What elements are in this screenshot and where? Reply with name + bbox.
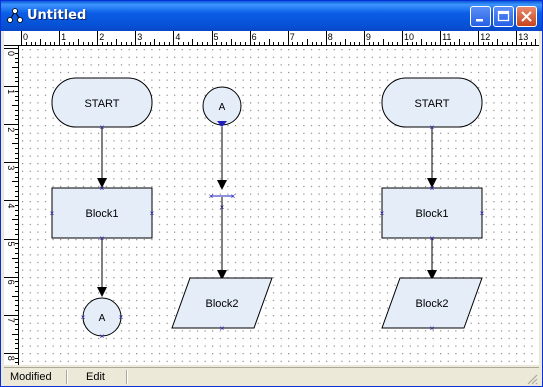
ruler-label: 2 [6, 127, 16, 132]
diagram-editor[interactable]: 0 1 2 3 4 5 6 7 8 9 10 11 12 13 012345678 START × Blo… [4, 31, 539, 365]
process-block-label: Block1 [85, 208, 118, 220]
process-block-label: Block1 [415, 208, 448, 220]
port-marker: × [100, 184, 105, 193]
close-button[interactable] [516, 6, 537, 27]
status-edit: Edit [86, 371, 105, 383]
port-marker: × [380, 209, 385, 218]
ruler-label: 0 [6, 51, 16, 56]
port-marker: × [50, 209, 55, 218]
port-marker: × [150, 209, 155, 218]
window-title: Untitled [27, 8, 87, 23]
process-block-1[interactable]: Block1 × × × × [50, 184, 155, 243]
status-divider [126, 370, 128, 384]
vertical-ruler: 0 1 2 3 4 5 6 7 8 [4, 46, 19, 365]
port-marker: × [100, 332, 105, 341]
title-bar[interactable]: Untitled [1, 1, 542, 31]
ruler-label: 2 [99, 32, 104, 42]
port-marker: × [220, 324, 225, 333]
ruler-label: 1 [61, 32, 66, 42]
ruler-label: 3 [6, 165, 16, 170]
ruler-label: 7 [6, 318, 16, 323]
minimize-button[interactable] [470, 6, 491, 27]
status-bar: Modified Edit [4, 367, 539, 386]
horizontal-ruler: 0 1 2 3 4 5 6 7 8 9 10 11 12 13 [4, 31, 539, 46]
start-terminator-label: START [414, 98, 449, 110]
port-marker: × [231, 192, 236, 201]
status-modified: Modified [10, 371, 52, 383]
resize-grip-icon[interactable] [526, 373, 538, 385]
connector-label: A [99, 313, 106, 324]
ruler-label: 3 [137, 32, 142, 42]
ruler-label: 5 [6, 242, 16, 247]
start-terminator-1[interactable]: START × [51, 77, 153, 132]
ruler-label: 6 [252, 32, 257, 42]
port-marker: × [119, 313, 124, 322]
port-marker: × [480, 209, 485, 218]
close-icon [521, 11, 532, 22]
ruler-label: 8 [6, 356, 16, 361]
ruler-label: 12 [480, 32, 490, 42]
port-marker: × [430, 324, 435, 333]
process-block-2[interactable]: Block1 × × × × [380, 184, 485, 243]
data-block-label: Block2 [205, 298, 238, 310]
ruler-label: 4 [175, 32, 180, 42]
ruler-label: 8 [328, 32, 333, 42]
ruler-label: 7 [290, 32, 295, 42]
port-marker: × [430, 184, 435, 193]
start-terminator-label: START [84, 98, 119, 110]
ruler-label: 13 [518, 32, 528, 42]
start-terminator-2[interactable]: START × [381, 77, 483, 132]
ruler-label: 6 [6, 280, 16, 285]
ruler-label: 10 [404, 32, 414, 42]
ruler-label: 5 [214, 32, 219, 42]
maximize-icon [497, 10, 510, 22]
port-marker: × [209, 192, 214, 201]
minimize-icon [476, 19, 483, 22]
ruler-label: 4 [6, 203, 16, 208]
app-window: Untitled 01234 5 6 7 8 9 10 11 12 13 0 1… [0, 0, 543, 387]
ruler-label: 11 [442, 32, 451, 42]
ruler-label: 1 [6, 89, 16, 94]
ruler-label: 9 [366, 32, 371, 42]
port-marker: × [81, 313, 86, 322]
data-block-label: Block2 [415, 298, 448, 310]
maximize-button[interactable] [493, 6, 514, 27]
status-divider [66, 370, 68, 384]
ruler-label: 0 [23, 32, 28, 42]
connector-label: A [219, 102, 226, 113]
flowchart-app-icon [7, 8, 23, 23]
